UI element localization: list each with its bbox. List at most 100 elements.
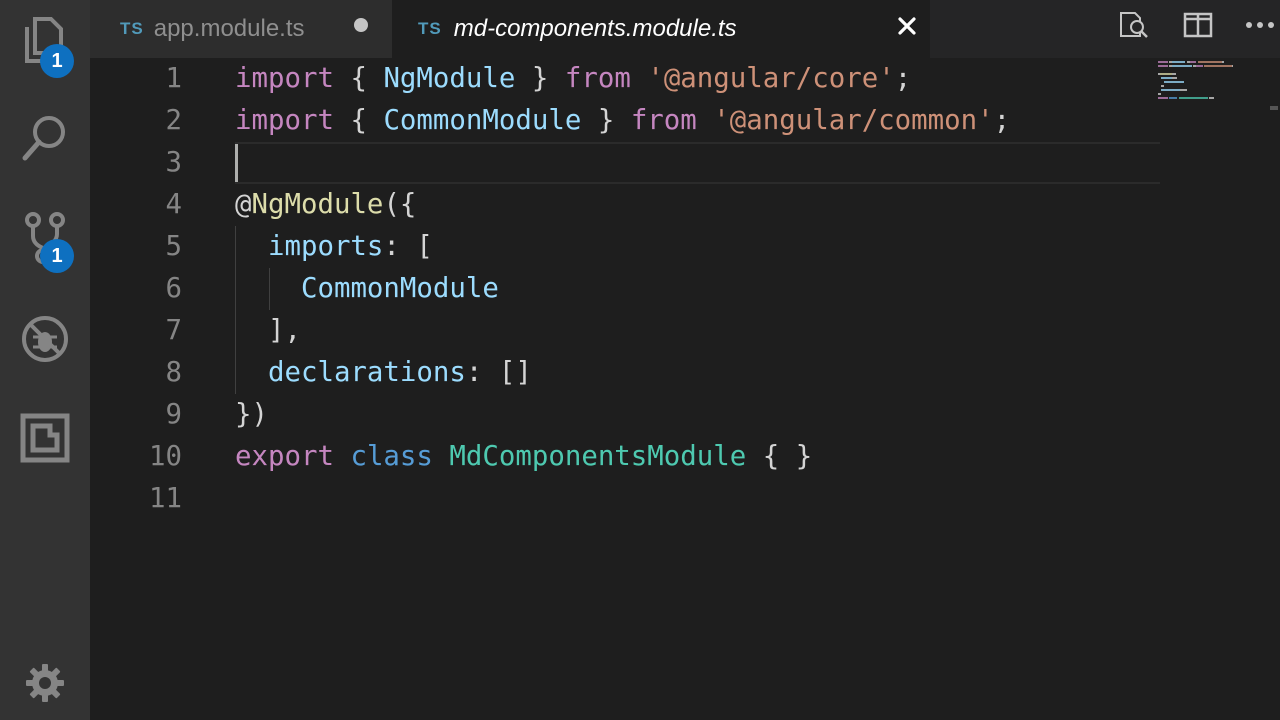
code-line: 1 import { NgModule } from '@angular/core… [90, 58, 1160, 100]
code-text: export class MdComponentsModule { } [235, 436, 812, 478]
code-token: @ [235, 189, 252, 220]
code-token: import [235, 105, 334, 136]
minimap-token [1158, 61, 1168, 63]
minimap-token [1158, 97, 1168, 99]
code-line: 10 export class MdComponentsModule { } [90, 436, 1160, 478]
code-text: import { NgModule } from '@angular/core'… [235, 58, 911, 100]
code-token: export [235, 441, 334, 472]
code-line: 11 [90, 478, 1160, 520]
minimap-token [1161, 85, 1165, 87]
typescript-icon: TS [120, 19, 144, 38]
minimap-token [1231, 65, 1234, 67]
minimap-token [1164, 81, 1184, 83]
code-editor[interactable]: 1 import { NgModule } from '@angular/core… [90, 58, 1280, 720]
tab-app-module[interactable]: TS app.module.ts [90, 0, 392, 58]
code-token: import [235, 63, 334, 94]
text-cursor [235, 144, 238, 182]
line-number: 1 [165, 63, 183, 94]
code-line: 8 declarations: [] [90, 352, 1160, 394]
close-icon[interactable] [892, 11, 922, 41]
code-token: '@angular/core' [647, 63, 895, 94]
debug-button[interactable] [0, 304, 90, 374]
scroll-marker [1270, 106, 1278, 110]
search-button[interactable] [0, 103, 90, 173]
line-number: 4 [165, 189, 183, 220]
code-token: ], [235, 315, 301, 346]
code-token: NgModule [251, 189, 384, 220]
line-number: 6 [165, 273, 183, 304]
code-text: declarations: [] [235, 352, 532, 394]
code-token: : [] [465, 357, 532, 388]
code-text: }) [235, 394, 268, 436]
minimap-token [1161, 89, 1181, 91]
settings-button[interactable] [0, 648, 90, 718]
split-editor-button[interactable] [1178, 8, 1218, 42]
minimap-token [1161, 77, 1173, 79]
code-token: MdComponentsModule [449, 441, 747, 472]
line-number: 11 [149, 483, 182, 514]
code-token: { [333, 63, 384, 94]
minimap-token [1196, 65, 1203, 67]
code-line: 4 @NgModule({ [90, 184, 1160, 226]
code-token: } [515, 63, 565, 94]
split-editor-icon [1183, 12, 1213, 38]
code-token: imports [267, 231, 384, 262]
minimap-token [1158, 93, 1162, 95]
code-line: 3 [90, 142, 1160, 184]
minimap-token [1172, 61, 1186, 63]
unsaved-dot-icon[interactable] [354, 18, 368, 32]
extensions-button[interactable] [0, 403, 90, 473]
code-line: 5 imports: [ [90, 226, 1160, 268]
code-token: CommonModule [383, 105, 582, 136]
code-token: { [333, 105, 384, 136]
tab-label: md-components.module.ts [453, 15, 737, 42]
line-number: 3 [165, 147, 183, 178]
code-token: ({ [383, 189, 417, 220]
open-changes-icon [1120, 12, 1148, 38]
debug-icon [22, 316, 68, 362]
minimap-token [1204, 65, 1232, 67]
explorer-badge: 1 [40, 44, 74, 78]
code-line: 6 CommonModule [90, 268, 1160, 310]
code-token: ; [894, 63, 912, 94]
code-text: imports: [ [235, 226, 433, 268]
code-text: ], [235, 310, 301, 352]
tab-md-components-module[interactable]: TS md-components.module.ts [392, 0, 930, 58]
minimap[interactable] [1158, 58, 1270, 118]
code-token: from [564, 63, 631, 94]
explorer-button[interactable]: 1 [0, 4, 90, 78]
more-icon [1246, 22, 1274, 28]
minimap-token [1222, 61, 1224, 63]
code-token: ; [993, 105, 1011, 136]
scm-badge: 1 [40, 239, 74, 273]
more-actions-button[interactable] [1240, 8, 1280, 42]
code-token: }) [235, 399, 268, 430]
minimap-token [1209, 97, 1214, 99]
code-token: from [630, 105, 697, 136]
code-token: : [ [383, 231, 433, 262]
tab-label: app.module.ts [153, 15, 305, 42]
minimap-token [1198, 61, 1222, 63]
source-control-button[interactable]: 1 [0, 203, 90, 273]
code-line: 7 ], [90, 310, 1160, 352]
vertical-scrollbar[interactable] [1270, 58, 1280, 720]
code-token: { } [746, 441, 813, 472]
code-token: declarations [267, 357, 466, 388]
line-number: 7 [165, 315, 183, 346]
open-changes-button[interactable] [1114, 8, 1154, 42]
code-token: } [581, 105, 631, 136]
minimap-token [1178, 97, 1208, 99]
extensions-icon [20, 413, 70, 463]
code-line: 2 import { CommonModule } from '@angular/… [90, 100, 1160, 142]
typescript-icon: TS [418, 19, 442, 38]
code-text: import { CommonModule } from '@angular/c… [235, 100, 1010, 142]
line-number: 5 [165, 231, 183, 262]
minimap-token [1172, 65, 1192, 67]
